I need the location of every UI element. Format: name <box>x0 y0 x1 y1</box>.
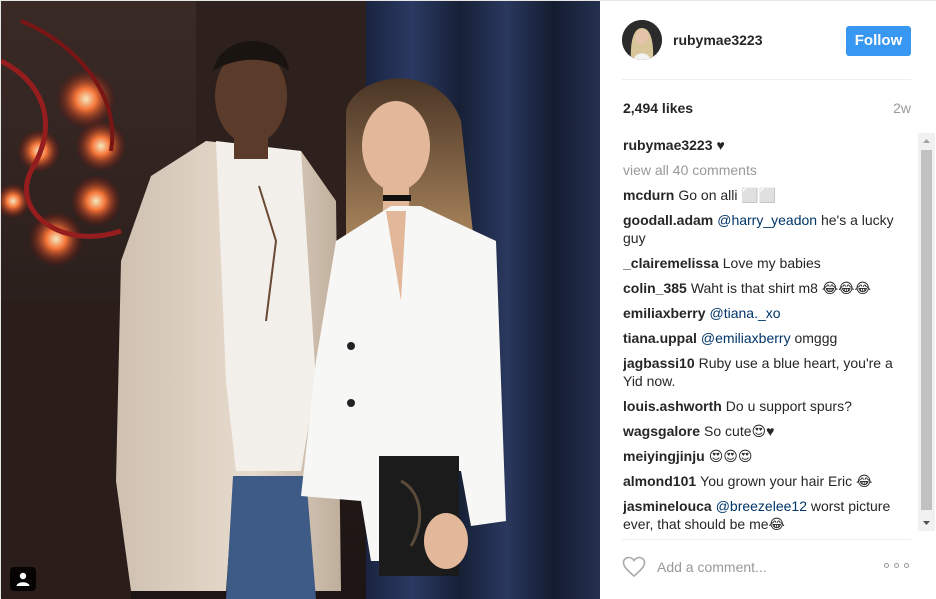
avatar-image <box>622 20 662 60</box>
comment-text: Do u support spurs? <box>725 398 852 414</box>
photo-illustration <box>1 1 600 599</box>
comment-text: So cute😍♥ <box>704 423 775 439</box>
caption-text: ♥ <box>716 137 725 153</box>
header-divider <box>622 79 911 80</box>
comment-item: colin_385 Waht is that shirt m8 😂😂😂 <box>623 279 910 297</box>
user-tag-button[interactable] <box>10 567 36 591</box>
comment-username[interactable]: emiliaxberry <box>623 305 706 321</box>
comment-bar <box>600 539 936 599</box>
avatar[interactable] <box>622 20 662 60</box>
comment-item: meiyingjinju 😍😍😍 <box>623 447 910 465</box>
view-all-comments-link[interactable]: view all 40 comments <box>623 161 910 179</box>
comment-text: Waht is that shirt m8 😂😂😂 <box>690 280 871 296</box>
comment-username[interactable]: mcdurn <box>623 187 674 203</box>
post-timestamp[interactable]: 2w <box>893 100 911 116</box>
comments-list: rubymae3223 ♥ view all 40 comments mcdurn… <box>623 136 910 533</box>
comment-mention-link[interactable]: @tiana._xo <box>710 305 781 321</box>
comment-mention-link[interactable]: @breezelee12 <box>716 498 807 514</box>
comment-mention-link[interactable]: @harry_yeadon <box>717 212 817 228</box>
scroll-up-arrow[interactable] <box>918 133 935 150</box>
comment-item: louis.ashworth Do u support spurs? <box>623 397 910 415</box>
comment-text: omggg <box>790 330 838 346</box>
post-author-username[interactable]: rubymae3223 <box>673 32 763 48</box>
comment-bar-divider <box>622 539 911 540</box>
post-header: rubymae3223 Follow <box>600 1 936 80</box>
comment-username[interactable]: tiana.uppal <box>623 330 697 346</box>
follow-button[interactable]: Follow <box>846 26 911 56</box>
scroll-down-arrow[interactable] <box>918 514 935 531</box>
instagram-post: rubymae3223 Follow 2,494 likes 2w rubyma… <box>0 0 936 599</box>
more-options-icon <box>894 563 899 568</box>
comment-username[interactable]: wagsgalore <box>623 423 700 439</box>
comment-item: tiana.uppal @emiliaxberry omggg <box>623 329 910 347</box>
comment-username[interactable]: _clairemelissa <box>623 255 719 271</box>
heart-outline-icon <box>622 556 646 578</box>
user-tag-icon <box>16 572 30 586</box>
comment-username[interactable]: colin_385 <box>623 280 687 296</box>
comment-text: Love my babies <box>722 255 821 271</box>
comment-text: You grown your hair Eric 😂 <box>700 473 873 489</box>
comments-scrollbar[interactable] <box>918 133 935 531</box>
caption: rubymae3223 ♥ <box>623 136 910 154</box>
comment-mention-link[interactable]: @emiliaxberry <box>701 330 791 346</box>
comment-item: mcdurn Go on alli ⬜⬜ <box>623 186 910 204</box>
scroll-up-icon <box>923 139 930 143</box>
comment-username[interactable]: jasminelouca <box>623 498 712 514</box>
comment-item: emiliaxberry @tiana._xo <box>623 304 910 322</box>
comment-item: goodall.adam @harry_yeadon he's a lucky g… <box>623 211 910 247</box>
like-button[interactable] <box>622 556 646 578</box>
comment-item: jagbassi10 Ruby use a blue heart, you're … <box>623 354 910 390</box>
comment-username[interactable]: meiyingjinju <box>623 448 705 464</box>
scroll-down-icon <box>923 521 930 525</box>
comment-item: wagsgalore So cute😍♥ <box>623 422 910 440</box>
comment-text: Go on alli ⬜⬜ <box>678 187 777 203</box>
likes-count[interactable]: 2,494 likes <box>623 100 693 116</box>
comment-username[interactable]: louis.ashworth <box>623 398 722 414</box>
more-options-icon <box>884 563 889 568</box>
add-comment-input[interactable] <box>657 556 867 578</box>
comment-username[interactable]: almond101 <box>623 473 696 489</box>
scrollbar-thumb[interactable] <box>921 150 932 510</box>
more-options-button[interactable] <box>884 562 912 570</box>
post-side-panel: rubymae3223 Follow 2,494 likes 2w rubyma… <box>600 1 936 599</box>
comment-item: almond101 You grown your hair Eric 😂 <box>623 472 910 490</box>
comment-username[interactable]: goodall.adam <box>623 212 713 228</box>
comment-item: jasminelouca @breezelee12 worst picture e… <box>623 497 910 533</box>
more-options-icon <box>904 563 909 568</box>
caption-username[interactable]: rubymae3223 <box>623 137 713 153</box>
post-photo[interactable] <box>1 1 600 599</box>
comment-username[interactable]: jagbassi10 <box>623 355 695 371</box>
comment-text: 😍😍😍 <box>708 448 753 464</box>
comment-item: _clairemelissa Love my babies <box>623 254 910 272</box>
